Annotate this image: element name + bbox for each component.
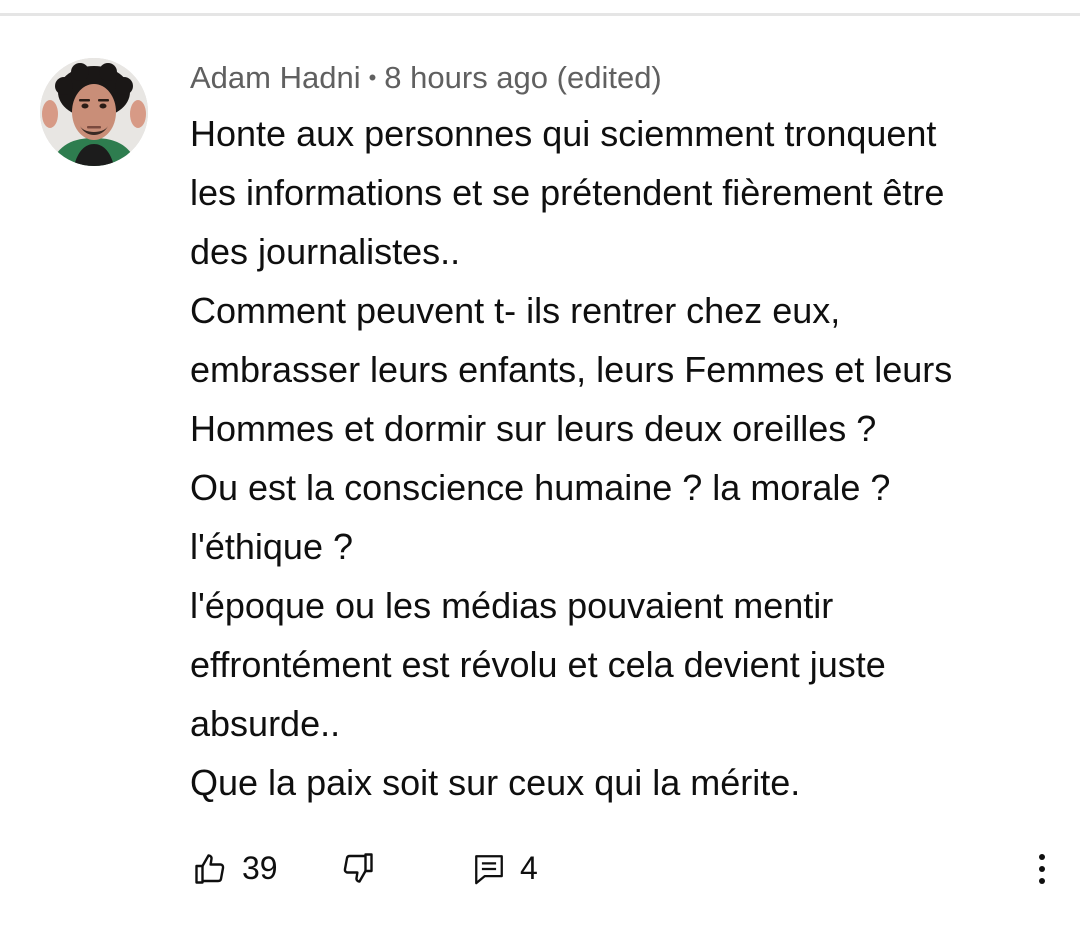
comment-line: absurde.. [190,703,341,744]
thumbs-down-icon [343,853,373,883]
comment-line: effrontément est révolu et cela devient … [190,644,886,685]
comment-line: Ou est la conscience humaine ? la morale… [190,467,891,508]
comment-line: l'éthique ? [190,526,354,567]
dislike-button[interactable] [340,850,376,886]
meta-separator: • [368,65,377,90]
avatar[interactable] [40,58,148,166]
reply-count: 4 [520,850,538,886]
reply-button[interactable]: 4 [472,850,538,887]
like-button[interactable]: 39 [192,850,278,887]
comment-line: les informations et se prétendent fièrem… [190,172,945,213]
comment-line: Hommes et dormir sur leurs deux oreilles… [190,408,877,449]
avatar-image [40,58,148,166]
comment-line: Comment peuvent t- ils rentrer chez eux, [190,290,841,331]
comment-line: embrasser leurs enfants, leurs Femmes et… [190,349,953,390]
comment-icon [475,854,503,884]
comment-line: l'époque ou les médias pouvaient mentir [190,585,834,626]
thumbs-up-icon [195,853,225,884]
comment-timestamp: 8 hours ago (edited) [384,60,662,95]
more-options-button[interactable] [1036,854,1048,890]
comment-line: Honte aux personnes qui sciemment tronqu… [190,113,937,154]
comment-thread: Adam Hadni • 8 hours ago (edited) Honte au… [0,0,1080,926]
comment-line: des journalistes.. [190,231,461,272]
comment-body: Honte aux personnes qui sciemment tronqu… [190,104,1060,812]
author-name[interactable]: Adam Hadni [190,60,361,95]
comment-line: Que la paix soit sur ceux qui la mérite. [190,762,801,803]
comment-meta: Adam Hadni • 8 hours ago (edited) [190,58,662,98]
like-count: 39 [242,850,278,886]
more-vertical-icon [1036,854,1048,884]
comment-actions: 39 4 [0,840,1080,900]
